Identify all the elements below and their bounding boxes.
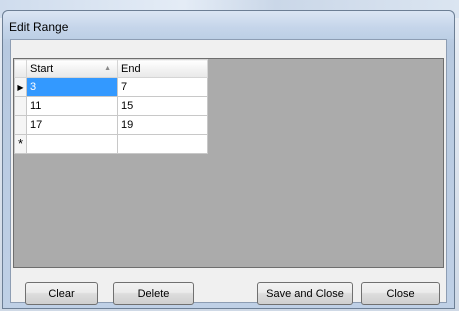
cell-end[interactable]: 19 <box>117 115 208 135</box>
new-row[interactable]: * <box>14 134 208 154</box>
row-header[interactable] <box>14 115 27 135</box>
edit-range-window: Edit Range Start ▲ End ▶ 3 7 11 15 17 19… <box>2 10 455 309</box>
save-and-close-button[interactable]: Save and Close <box>257 282 353 305</box>
column-header-end-label: End <box>121 62 141 75</box>
delete-button[interactable]: Delete <box>113 282 194 305</box>
cell-start-new[interactable] <box>26 134 118 154</box>
current-row-arrow-icon: ▶ <box>17 83 24 92</box>
sort-ascending-icon: ▲ <box>104 65 111 72</box>
table-row[interactable]: 11 15 <box>14 96 208 116</box>
column-header-start-label: Start <box>30 62 54 75</box>
close-button[interactable]: Close <box>361 282 440 305</box>
clear-button[interactable]: Clear <box>25 282 98 305</box>
cell-end[interactable]: 15 <box>117 96 208 116</box>
column-header-start[interactable]: Start ▲ <box>26 59 118 78</box>
title-bar[interactable]: Edit Range <box>3 11 454 39</box>
table-row[interactable]: 17 19 <box>14 115 208 135</box>
row-header[interactable]: ▶ <box>14 77 27 97</box>
cell-start[interactable]: 3 <box>26 77 118 97</box>
new-row-header[interactable]: * <box>14 134 27 154</box>
window-title: Edit Range <box>9 20 69 34</box>
cell-start[interactable]: 17 <box>26 115 118 135</box>
new-row-asterisk-icon: * <box>17 136 24 151</box>
cell-end[interactable]: 7 <box>117 77 208 97</box>
range-table: Start ▲ End ▶ 3 7 11 15 17 19 * <box>14 59 208 154</box>
column-header-end[interactable]: End <box>117 59 208 78</box>
dialog-client-area: Start ▲ End ▶ 3 7 11 15 17 19 * Clear De… <box>10 39 447 305</box>
cell-end-new[interactable] <box>117 134 208 154</box>
cell-start[interactable]: 11 <box>26 96 118 116</box>
table-row[interactable]: ▶ 3 7 <box>14 77 208 97</box>
header-row: Start ▲ End <box>14 59 208 78</box>
range-data-grid[interactable]: Start ▲ End ▶ 3 7 11 15 17 19 * <box>13 58 444 268</box>
top-left-header-cell[interactable] <box>14 59 27 78</box>
row-header[interactable] <box>14 96 27 116</box>
